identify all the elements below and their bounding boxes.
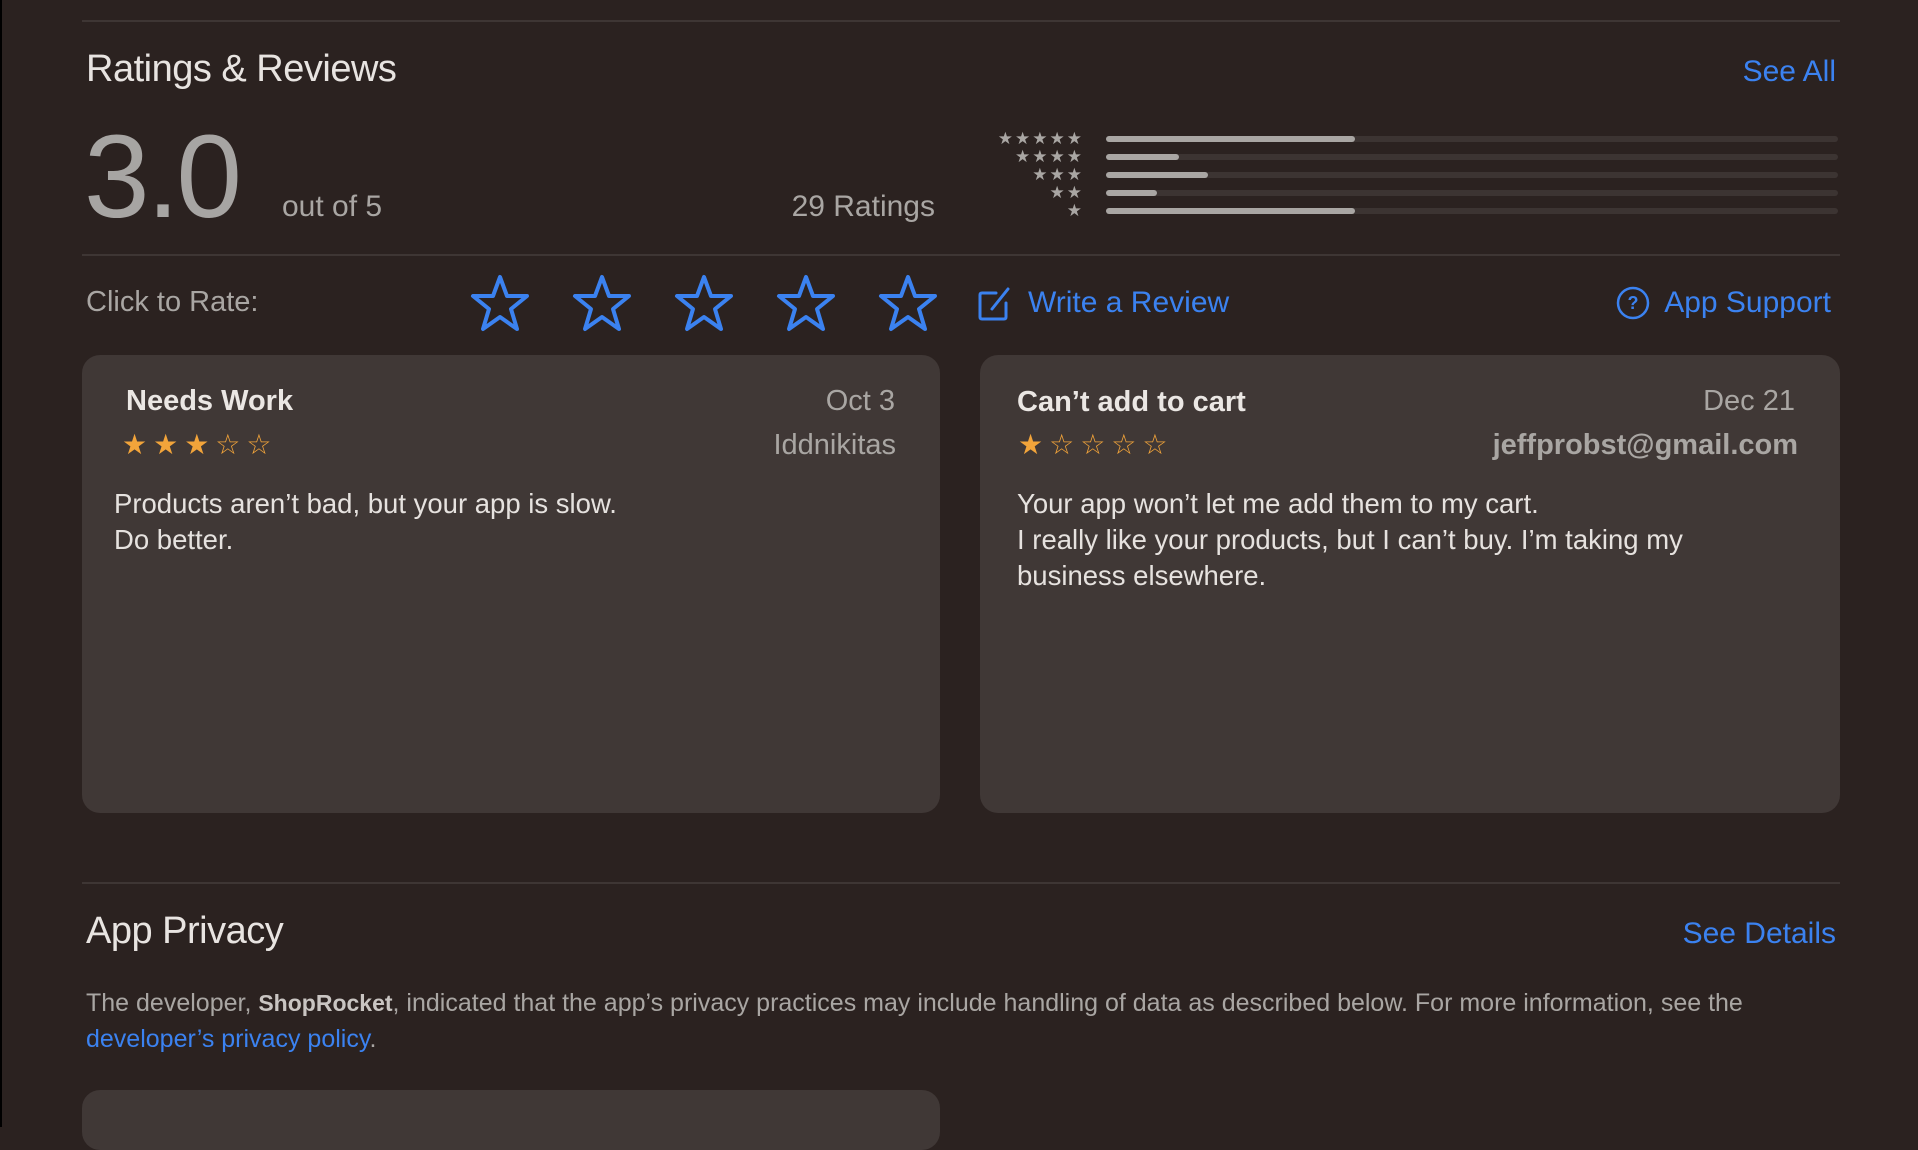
star-icon: ★★	[1049, 183, 1084, 202]
review-stars-icon: ★☆☆☆☆	[1018, 429, 1174, 460]
review-date: Oct 3	[825, 385, 895, 417]
svg-text:?: ?	[1628, 293, 1639, 313]
privacy-description: The developer, ShopRocket, indicated tha…	[86, 985, 1846, 1057]
see-all-link[interactable]: See All	[1743, 55, 1836, 89]
histogram-bar	[1106, 136, 1355, 142]
review-title: Can’t add to cart	[1017, 386, 1246, 418]
privacy-policy-link[interactable]: developer’s privacy policy	[86, 1025, 369, 1053]
review-body-line: Your app won’t let me add them to my car…	[1017, 488, 1539, 519]
review-author: jeffprobst@gmail.com	[1492, 429, 1798, 461]
ratings-count: 29 Ratings	[791, 190, 935, 223]
review-date: Dec 21	[1703, 385, 1795, 417]
histogram-track	[1106, 208, 1838, 214]
app-support-label: App Support	[1664, 286, 1831, 319]
review-body-line: Products aren’t bad, but your app is slo…	[114, 488, 617, 519]
rate-star-5[interactable]	[878, 274, 938, 332]
review-author: Iddnikitas	[773, 429, 896, 461]
privacy-card	[82, 1090, 940, 1150]
histogram-bar	[1106, 190, 1158, 196]
star-icon: ★★★★★	[997, 129, 1084, 148]
star-icon: ★★★	[1032, 165, 1084, 184]
privacy-divider	[82, 882, 1840, 884]
histogram-track	[1106, 172, 1838, 178]
review-body-line: business elsewhere.	[1017, 560, 1267, 591]
review-body: Your app won’t let me add them to my car…	[1017, 486, 1683, 594]
review-stars-icon: ★★★☆☆	[122, 429, 278, 460]
star-icon: ★	[1066, 201, 1084, 220]
developer-name: ShopRocket	[258, 990, 393, 1016]
histogram-bar	[1106, 172, 1209, 178]
histogram-bar	[1106, 154, 1180, 160]
section-title-privacy: App Privacy	[86, 910, 284, 952]
review-body-line: I really like your products, but I can’t…	[1017, 524, 1683, 555]
rate-star-4[interactable]	[776, 274, 836, 332]
histogram-row-2: ★★	[980, 184, 1840, 202]
histogram-row-3: ★★★	[980, 166, 1840, 184]
top-divider	[82, 20, 1840, 22]
histogram-row-4: ★★★★	[980, 148, 1840, 166]
privacy-text: The developer,	[86, 989, 259, 1017]
star-icon: ★★★★	[1015, 147, 1084, 166]
write-review-label: Write a Review	[1028, 286, 1230, 319]
rate-star-3[interactable]	[674, 274, 734, 332]
ratings-divider	[82, 254, 1840, 256]
histogram-bar	[1106, 208, 1355, 214]
privacy-text: , indicated that the app’s privacy pract…	[392, 989, 1743, 1017]
window-edge	[0, 0, 2, 1127]
rate-star-1[interactable]	[470, 274, 530, 332]
see-details-link[interactable]: See Details	[1683, 917, 1836, 951]
rate-star-2[interactable]	[572, 274, 632, 332]
out-of-label: out of 5	[282, 190, 383, 223]
histogram-track	[1106, 136, 1838, 142]
review-title: Needs Work	[126, 385, 294, 417]
review-card[interactable]: Can’t add to cart Dec 21 ★☆☆☆☆ jeffprobs…	[980, 355, 1840, 813]
histogram-row-1: ★	[980, 202, 1840, 220]
histogram-row-5: ★★★★★	[980, 130, 1840, 148]
review-body-line: Do better.	[114, 524, 234, 555]
click-to-rate-label: Click to Rate:	[86, 286, 259, 318]
write-review-button[interactable]: Write a Review	[978, 283, 1229, 323]
compose-icon	[978, 287, 1010, 321]
histogram-track	[1106, 154, 1838, 160]
histogram-track	[1106, 190, 1838, 196]
average-rating: 3.0	[84, 111, 242, 243]
review-card[interactable]: Needs Work Oct 3 ★★★☆☆ Iddnikitas Produc…	[82, 355, 940, 813]
section-title-ratings: Ratings & Reviews	[86, 48, 397, 90]
app-support-button[interactable]: ? App Support	[1616, 283, 1831, 323]
privacy-text: .	[369, 1025, 377, 1053]
review-body: Products aren’t bad, but your app is slo…	[114, 486, 617, 558]
question-circle-icon: ?	[1616, 286, 1650, 320]
